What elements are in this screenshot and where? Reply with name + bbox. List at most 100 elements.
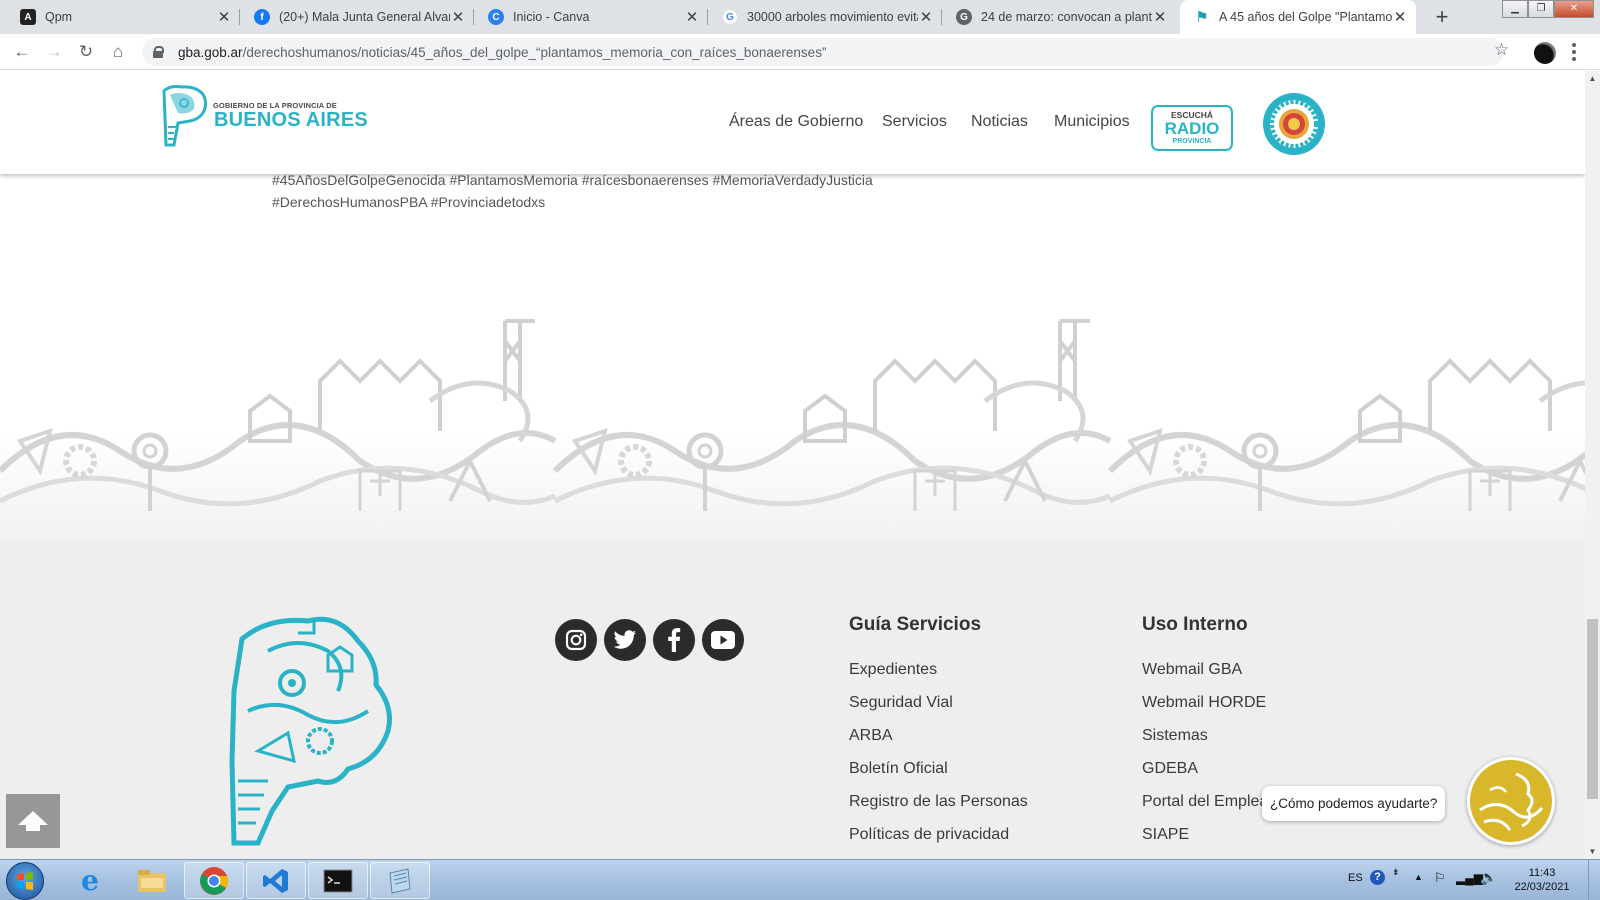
link-seguridad-vial[interactable]: Seguridad Vial [849, 694, 953, 712]
tab-canva[interactable]: C Inicio - Canva ✕ [474, 0, 708, 34]
back-icon[interactable]: ← [10, 40, 34, 64]
folder-icon [138, 869, 166, 892]
show-hidden-icons-icon[interactable]: ▲ [1414, 872, 1423, 882]
system-clock[interactable]: 11:43 22/03/2021 [1512, 866, 1572, 894]
chrome-icon [200, 866, 228, 895]
radio-provincia-button[interactable]: ESCUCHÁ RADIO PROVINCIA [1151, 105, 1233, 151]
tab-gba-active[interactable]: ⚑ A 45 años del Golpe "Plantamos memoria… [1180, 0, 1416, 34]
new-tab-button[interactable]: + [1428, 3, 1456, 31]
google-icon: G [956, 9, 972, 25]
link-siape[interactable]: SIAPE [1142, 826, 1189, 844]
nav-areas-de-gobierno[interactable]: Áreas de Gobierno [729, 113, 863, 131]
link-webmail-gba[interactable]: Webmail GBA [1142, 661, 1242, 679]
close-icon[interactable]: ✕ [684, 8, 700, 26]
canva-icon: C [488, 9, 504, 25]
url-bar[interactable]: gba.gob.ar/derechoshumanos/noticias/45_a… [142, 38, 1504, 66]
link-sistemas[interactable]: Sistemas [1142, 727, 1208, 745]
google-icon: G [722, 9, 738, 25]
close-window-button[interactable]: ✕ [1554, 0, 1594, 18]
twitter-icon[interactable] [604, 619, 646, 661]
scroll-down-icon[interactable]: ▼ [1585, 844, 1600, 859]
bookmark-star-icon[interactable]: ☆ [1494, 40, 1509, 60]
tab-title: Inicio - Canva [513, 10, 590, 24]
nav-noticias[interactable]: Noticias [971, 113, 1028, 131]
taskbar-explorer[interactable] [122, 862, 182, 899]
url-text: gba.gob.ar/derechoshumanos/noticias/45_a… [178, 45, 826, 60]
forward-icon[interactable]: → [42, 40, 66, 64]
link-arba[interactable]: ARBA [849, 727, 893, 745]
radio-line3: PROVINCIA [1172, 138, 1212, 145]
network-signal-icon[interactable]: ▂▄▆ [1456, 871, 1483, 885]
link-gdeba[interactable]: GDEBA [1142, 760, 1198, 778]
page-viewport: GOBIERNO DE LA PROVINCIA DE BUENOS AIRES… [0, 71, 1585, 859]
taskbar-app[interactable] [370, 862, 430, 899]
tab-title: Qpm [45, 10, 73, 24]
province-map-logo-icon [229, 616, 392, 846]
guia-servicios-title: Guía Servicios [849, 614, 982, 635]
show-desktop-button[interactable] [1588, 860, 1600, 900]
restore-button[interactable]: ❐ [1528, 0, 1554, 18]
language-indicator[interactable]: ES [1348, 872, 1363, 884]
nav-servicios[interactable]: Servicios [882, 113, 947, 131]
tab-google-arboles[interactable]: G 30000 arboles movimiento evita ✕ [708, 0, 942, 34]
action-center-icon[interactable]: ⚐ [1434, 870, 1446, 886]
close-icon[interactable]: ✕ [918, 8, 934, 26]
taskbar-ie[interactable]: e [60, 862, 120, 899]
minimize-button[interactable]: ▁ [1502, 0, 1528, 18]
taskbar-vscode[interactable] [246, 862, 306, 899]
windows-taskbar: e ES ? ⇟ ▲ ⚐ ▂▄▆ 🔈 11:43 22/03/2021 [0, 859, 1600, 900]
radio-line2: RADIO [1164, 119, 1220, 138]
volume-icon[interactable]: 🔈 [1480, 869, 1497, 886]
tab-title: A 45 años del Golpe "Plantamos memoria [1219, 10, 1392, 24]
browser-menu-icon[interactable] [1572, 43, 1576, 61]
angular-icon: A [20, 9, 36, 25]
help-icon[interactable]: ? [1370, 870, 1385, 885]
close-icon[interactable]: ✕ [216, 8, 232, 26]
logo-title: BUENOS AIRES [214, 109, 368, 131]
gba-flag-icon: ⚑ [1195, 9, 1209, 26]
link-politicas-privacidad[interactable]: Políticas de privacidad [849, 826, 1009, 844]
chat-prompt[interactable]: ¿Cómo podemos ayudarte? [1262, 786, 1446, 821]
url-path: /derechoshumanos/noticias/45_años_del_go… [242, 44, 827, 60]
hashtags-line-2: #DerechosHumanosPBA #Provinciadetodxs [272, 194, 546, 210]
profile-avatar[interactable] [1534, 42, 1556, 64]
back-to-top-button[interactable] [6, 794, 60, 848]
internet-explorer-icon: e [81, 864, 99, 897]
close-icon[interactable]: ✕ [1152, 8, 1168, 26]
site-header: GOBIERNO DE LA PROVINCIA DE BUENOS AIRES… [0, 71, 1585, 174]
facebook-icon: f [254, 9, 270, 25]
province-emblem-icon[interactable] [1261, 91, 1327, 157]
close-icon[interactable]: ✕ [450, 8, 466, 26]
start-button[interactable] [6, 862, 44, 900]
language-options-icon[interactable]: ⇟ [1392, 868, 1400, 877]
link-registro-personas[interactable]: Registro de las Personas [849, 793, 1028, 811]
link-expedientes[interactable]: Expedientes [849, 661, 937, 679]
article-hashtags: #45AñosDelGolpeGenocida #PlantamosMemori… [272, 169, 972, 213]
home-icon[interactable]: ⌂ [106, 40, 130, 64]
instagram-icon[interactable] [555, 619, 597, 661]
tab-strip: A Qpm ✕ f (20+) Mala Junta General Alvar… [0, 0, 1600, 34]
scroll-up-icon[interactable]: ▲ [1585, 71, 1600, 86]
url-domain: gba.gob.ar [178, 44, 243, 60]
link-boletin-oficial[interactable]: Boletín Oficial [849, 760, 948, 778]
clock-date: 22/03/2021 [1514, 881, 1570, 893]
youtube-icon[interactable] [702, 619, 744, 661]
close-icon[interactable]: ✕ [1392, 8, 1408, 26]
vscode-icon [263, 868, 288, 893]
tab-facebook[interactable]: f (20+) Mala Junta General Alvarado ✕ [240, 0, 474, 34]
tab-qpm[interactable]: A Qpm ✕ [6, 0, 240, 34]
address-toolbar: ← → ↻ ⌂ gba.gob.ar/derechoshumanos/notic… [0, 34, 1600, 70]
taskbar-chrome[interactable] [184, 862, 244, 899]
nav-municipios[interactable]: Municipios [1054, 113, 1130, 131]
reload-icon[interactable]: ↻ [74, 40, 98, 64]
arrow-up-icon [18, 811, 48, 831]
clock-time: 11:43 [1528, 867, 1556, 879]
link-webmail-horde[interactable]: Webmail HORDE [1142, 694, 1266, 712]
chatbot-avatar[interactable] [1467, 757, 1555, 845]
facebook-icon[interactable] [653, 619, 695, 661]
chatbot-face-icon [1479, 772, 1544, 831]
taskbar-cmd[interactable] [308, 862, 368, 899]
page-scrollbar[interactable]: ▲ ▼ [1585, 71, 1600, 859]
scroll-thumb[interactable] [1587, 619, 1598, 799]
tab-google-marzo[interactable]: G 24 de marzo: convocan a plantar ✕ [942, 0, 1176, 34]
